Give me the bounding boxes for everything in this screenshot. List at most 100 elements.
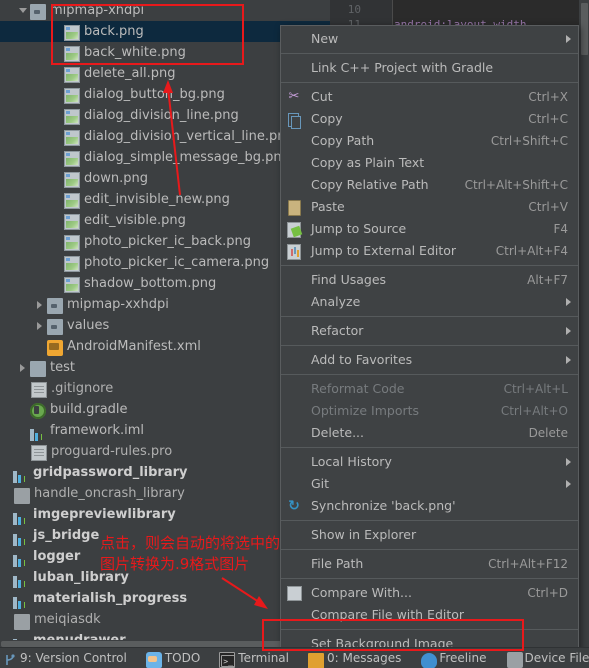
- image-file-icon: [64, 276, 80, 293]
- submenu-arrow-icon: [566, 298, 571, 306]
- editor-vertical-scrollbar[interactable]: [579, 0, 589, 648]
- module-icon: [30, 425, 46, 441]
- menu-item-shortcut: Ctrl+C: [528, 112, 568, 126]
- bottom-tool-window-bar[interactable]: 9: Version Control TODO >_ Terminal 0: Messa…: [0, 647, 589, 668]
- menu-item[interactable]: Add to Favorites: [281, 349, 578, 371]
- menu-item[interactable]: Refactor: [281, 320, 578, 342]
- menu-item-shortcut: Ctrl+Alt+L: [503, 382, 568, 396]
- image-file-icon: [64, 234, 80, 251]
- scrollbar-thumb[interactable]: [581, 3, 588, 55]
- messages-icon: [308, 653, 324, 668]
- tree-row-label: handle_oncrash_library: [34, 486, 185, 501]
- folder-resource-icon: [30, 4, 46, 20]
- tree-row-label: .gitignore: [51, 381, 114, 396]
- menu-item[interactable]: Local History: [281, 451, 578, 473]
- menu-item[interactable]: Paste Ctrl+V: [281, 196, 578, 218]
- menu-item-icon-slot: [283, 152, 305, 174]
- statusbar-button[interactable]: Device File Explorer: [504, 648, 589, 668]
- menu-item-icon-slot: [283, 130, 305, 152]
- menu-item[interactable]: ↻ Synchronize 'back.png': [281, 495, 578, 517]
- module-icon: [13, 467, 29, 483]
- tree-row[interactable]: mipmap-xhdpi: [0, 0, 330, 21]
- menu-item[interactable]: File Path Ctrl+Alt+F12: [281, 553, 578, 575]
- menu-item-icon-slot: [283, 28, 305, 50]
- menu-item[interactable]: ✂ Cut Ctrl+X: [281, 86, 578, 108]
- chevron-down-icon[interactable]: [17, 0, 30, 21]
- menu-item-label: Compare File with Editor: [311, 607, 465, 622]
- menu-item-label: Link C++ Project with Gradle: [311, 60, 494, 75]
- tree-row-label: values: [67, 318, 110, 333]
- text-file-icon: [31, 445, 47, 461]
- module-icon: [13, 572, 29, 588]
- compare-icon: [283, 582, 305, 604]
- tree-row-label: edit_invisible_new.png: [84, 192, 230, 207]
- menu-item-shortcut: Alt+F7: [527, 273, 568, 287]
- statusbar-button[interactable]: 0: Messages: [307, 648, 401, 668]
- menu-item-shortcut: Ctrl+Alt+O: [500, 404, 568, 418]
- statusbar-button-label: Device File Explorer: [524, 651, 589, 665]
- module-icon: [13, 593, 29, 609]
- copy-icon: [283, 108, 305, 130]
- menu-item-label: Delete...: [311, 425, 364, 440]
- tree-row-label: photo_picker_ic_camera.png: [84, 255, 270, 270]
- device-file-explorer-icon: [507, 652, 524, 668]
- chevron-right-icon[interactable]: [34, 294, 47, 315]
- menu-separator: [281, 374, 578, 375]
- menu-item-label: Copy Path: [311, 133, 375, 148]
- chevron-right-icon[interactable]: [34, 315, 47, 336]
- tree-row-label: framework.iml: [50, 423, 145, 438]
- menu-item-icon-slot: [283, 174, 305, 196]
- menu-item[interactable]: Delete... Delete: [281, 422, 578, 444]
- menu-item-label: Show in Explorer: [311, 527, 417, 542]
- menu-item[interactable]: Jump to Source F4: [281, 218, 578, 240]
- menu-item[interactable]: Jump to External Editor Ctrl+Alt+F4: [281, 240, 578, 262]
- menu-item-label: Find Usages: [311, 272, 387, 287]
- image-file-icon: [64, 255, 80, 272]
- statusbar-items[interactable]: 9: Version Control TODO >_ Terminal 0: Messa…: [0, 648, 589, 668]
- menu-item[interactable]: Show in Explorer: [281, 524, 578, 546]
- menu-item[interactable]: Find Usages Alt+F7: [281, 269, 578, 291]
- tree-row-label: proguard-rules.pro: [51, 444, 173, 459]
- statusbar-button[interactable]: 9: Version Control: [0, 648, 127, 668]
- submenu-arrow-icon: [566, 327, 571, 335]
- image-file-icon: [64, 171, 80, 188]
- image-file-icon: [64, 45, 80, 62]
- image-file-icon: [64, 108, 80, 125]
- statusbar-button[interactable]: >_ Terminal: [218, 648, 289, 668]
- menu-item[interactable]: Analyze: [281, 291, 578, 313]
- menu-item[interactable]: New: [281, 28, 578, 50]
- menu-item[interactable]: Copy as Plain Text: [281, 152, 578, 174]
- tree-row-label: delete_all.png: [84, 66, 176, 81]
- statusbar-button[interactable]: TODO: [145, 648, 200, 668]
- menu-item-icon-slot: [283, 57, 305, 79]
- menu-item-shortcut: F4: [553, 222, 568, 236]
- menu-item-icon-slot: [283, 473, 305, 495]
- chevron-right-icon[interactable]: [17, 357, 30, 378]
- menu-item[interactable]: Copy Ctrl+C: [281, 108, 578, 130]
- menu-item[interactable]: Link C++ Project with Gradle: [281, 57, 578, 79]
- file-context-menu[interactable]: New Link C++ Project with Gradle ✂ Cut Ctrl+…: [280, 25, 579, 668]
- menu-item[interactable]: Git: [281, 473, 578, 495]
- menu-item[interactable]: Compare With... Ctrl+D: [281, 582, 578, 604]
- text-file-icon: [31, 382, 47, 398]
- menu-item[interactable]: Copy Relative Path Ctrl+Alt+Shift+C: [281, 174, 578, 196]
- menu-item[interactable]: Compare File with Editor: [281, 604, 578, 626]
- menu-separator: [281, 345, 578, 346]
- image-file-icon: [64, 66, 80, 83]
- menu-separator: [281, 265, 578, 266]
- tree-row-label: mipmap-xhdpi: [50, 3, 145, 18]
- menu-item-label: Cut: [311, 89, 333, 104]
- menu-item-label: Optimize Imports: [311, 403, 420, 418]
- statusbar-button[interactable]: Freeline: [419, 648, 486, 668]
- menu-item[interactable]: Copy Path Ctrl+Shift+C: [281, 130, 578, 152]
- statusbar-button-label: TODO: [164, 651, 201, 665]
